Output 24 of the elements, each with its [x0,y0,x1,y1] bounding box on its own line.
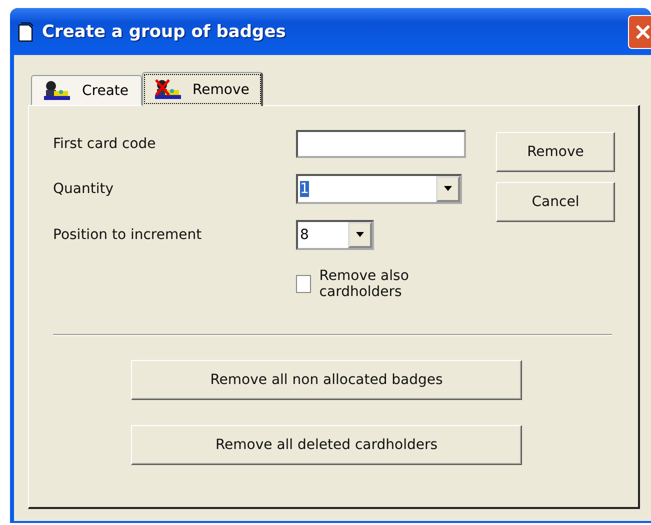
action-button[interactable]: Remove all deleted cardholders [131,425,522,465]
dialog-button[interactable]: Remove [496,132,615,172]
checkbox-label: Remove also cardholders [319,268,410,300]
dropdown-value: 8 [300,227,309,243]
quantity-dropdown[interactable]: 1 [296,174,462,204]
field-label: Position to increment [53,227,203,243]
crossed-badge-icon [154,78,181,100]
dropdown-value: 1 [300,181,309,197]
dialog-button[interactable]: Cancel [496,182,615,222]
document-icon [18,22,34,42]
action-button[interactable]: Remove all non allocated badges [131,360,522,400]
tab[interactable]: Create [31,75,142,105]
badge-icon [44,80,70,102]
close-button[interactable] [628,14,651,48]
window-title: Create a group of badges [42,22,287,42]
tab[interactable]: Remove [142,72,264,106]
field-label: First card code [53,136,157,152]
card-code-field[interactable] [296,130,466,158]
field-label: Quantity [53,181,114,197]
checkbox[interactable] [296,275,312,293]
position-dropdown[interactable]: 8 [296,220,374,250]
dropdown-arrow-icon [443,186,453,192]
dropdown-arrow-icon [355,232,365,238]
close-icon [635,24,651,40]
